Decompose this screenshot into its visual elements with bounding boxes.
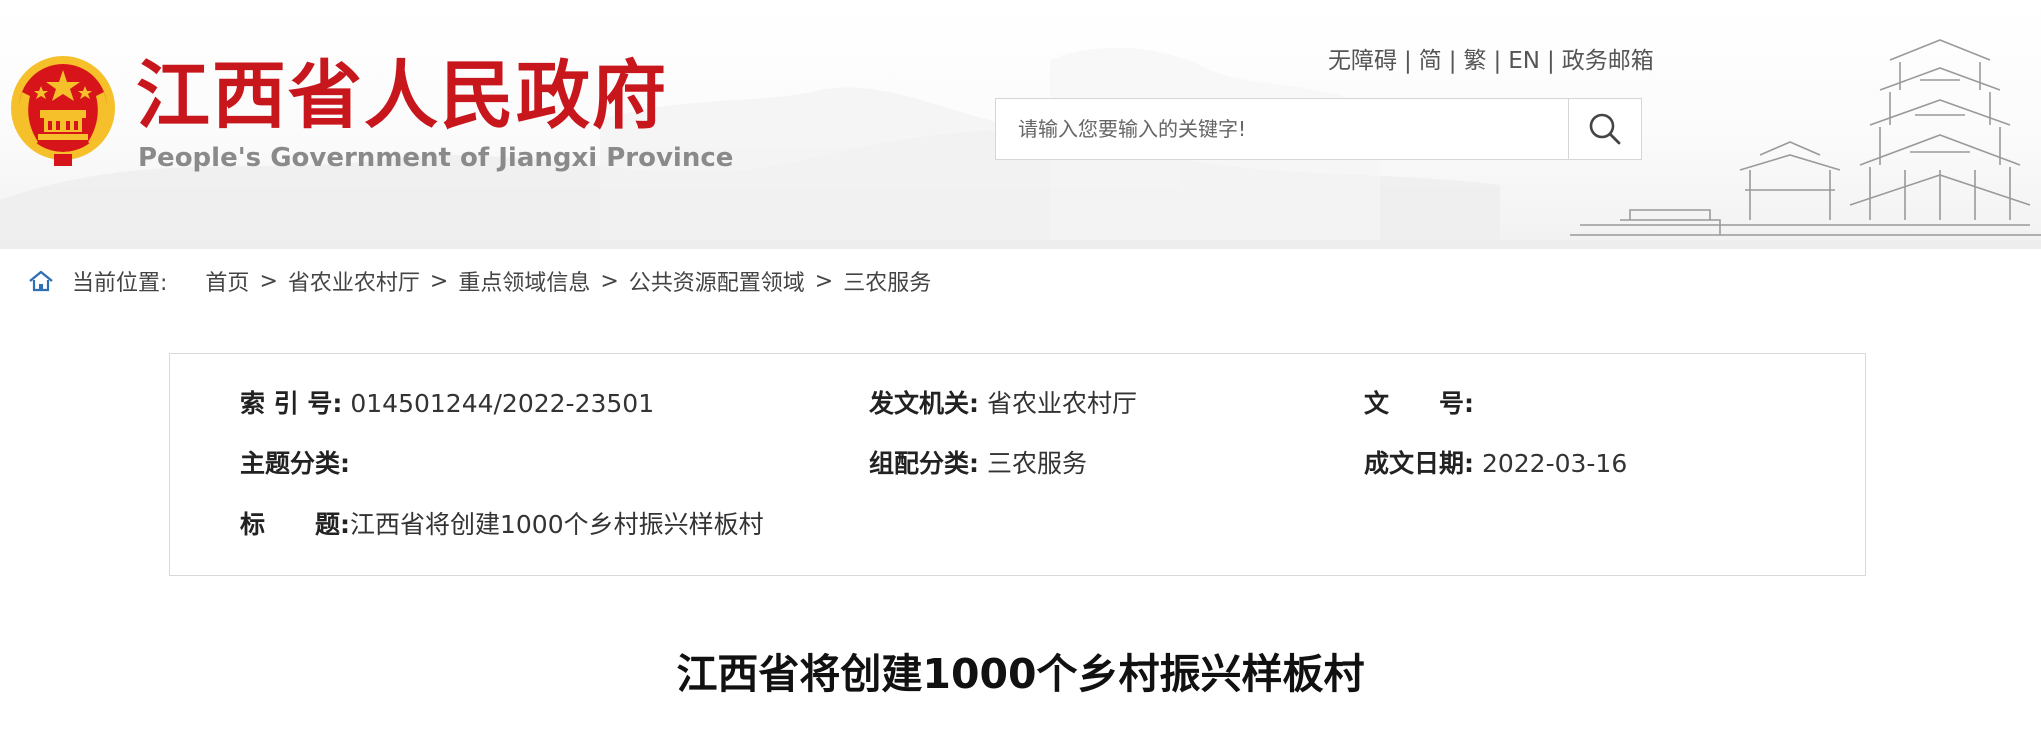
index-number-label: 索 引 号: <box>240 389 343 418</box>
topic-category-label: 主题分类: <box>240 449 350 478</box>
issuer-field: 发文机关: 省农业农村厅 <box>869 386 1137 422</box>
home-icon <box>28 268 56 294</box>
accessibility-link[interactable]: 无障碍 <box>1328 44 1397 78</box>
site-header: 江西省人民政府 People's Government of Jiangxi P… <box>0 0 2041 240</box>
search-box <box>995 98 1642 160</box>
simplified-chinese-link[interactable]: 简 <box>1419 44 1442 78</box>
pavilion-illustration <box>1570 39 2041 236</box>
title-field: 标 题:江西省将创建1000个乡村振兴样板村 <box>240 507 764 543</box>
breadcrumb-item-agriculture-dept[interactable]: 省农业农村厅 <box>288 265 420 297</box>
breadcrumb-separator: > <box>429 268 449 294</box>
issuer-value: 省农业农村厅 <box>986 389 1137 418</box>
title-value: 江西省将创建1000个乡村振兴样板村 <box>350 510 764 539</box>
breadcrumb-separator: > <box>814 268 834 294</box>
breadcrumb-item-public-resources[interactable]: 公共资源配置领域 <box>629 265 805 297</box>
header-divider <box>0 240 2041 249</box>
breadcrumb-separator: > <box>600 268 619 294</box>
national-emblem-icon <box>11 56 115 166</box>
link-separator: | <box>1547 48 1555 74</box>
site-title[interactable]: 江西省人民政府 <box>136 52 668 140</box>
document-number-label: 文 号: <box>1364 389 1474 418</box>
traditional-chinese-link[interactable]: 繁 <box>1464 44 1487 78</box>
search-input[interactable] <box>996 99 1568 159</box>
group-category-label: 组配分类: <box>869 449 979 478</box>
breadcrumb-separator: > <box>259 268 278 294</box>
index-number-value: 014501244/2022-23501 <box>350 389 655 418</box>
link-separator: | <box>1448 48 1457 74</box>
creation-date-value: 2022-03-16 <box>1481 449 1628 478</box>
document-info-box: 索 引 号: 014501244/2022-23501 发文机关: 省农业农村厅… <box>169 353 1866 576</box>
topic-category-field: 主题分类: <box>240 446 350 482</box>
site-subtitle: People's Government of Jiangxi Province <box>138 143 734 173</box>
breadcrumb-item-key-areas[interactable]: 重点领域信息 <box>458 265 590 297</box>
document-number-field: 文 号: <box>1364 386 1474 422</box>
index-number-field: 索 引 号: 014501244/2022-23501 <box>240 386 654 422</box>
title-label: 标 题: <box>240 510 350 539</box>
breadcrumb-label: 当前位置: <box>72 271 168 296</box>
creation-date-field: 成文日期: 2022-03-16 <box>1364 446 1627 482</box>
issuer-label: 发文机关: <box>869 389 979 418</box>
english-link[interactable]: EN <box>1508 44 1540 78</box>
breadcrumb: 当前位置: 首页 > 省农业农村厅 > 重点领域信息 > 公共资源配置领域 > … <box>28 264 931 298</box>
group-category-value: 三农服务 <box>986 449 1087 478</box>
link-separator: | <box>1493 48 1502 74</box>
breadcrumb-item-home[interactable]: 首页 <box>205 265 249 297</box>
link-separator: | <box>1404 48 1412 74</box>
group-category-field: 组配分类: 三农服务 <box>869 446 1087 482</box>
creation-date-label: 成文日期: <box>1364 449 1474 478</box>
breadcrumb-item-rural-services[interactable]: 三农服务 <box>843 265 931 297</box>
article-title: 江西省将创建1000个乡村振兴样板村 <box>676 650 1365 698</box>
